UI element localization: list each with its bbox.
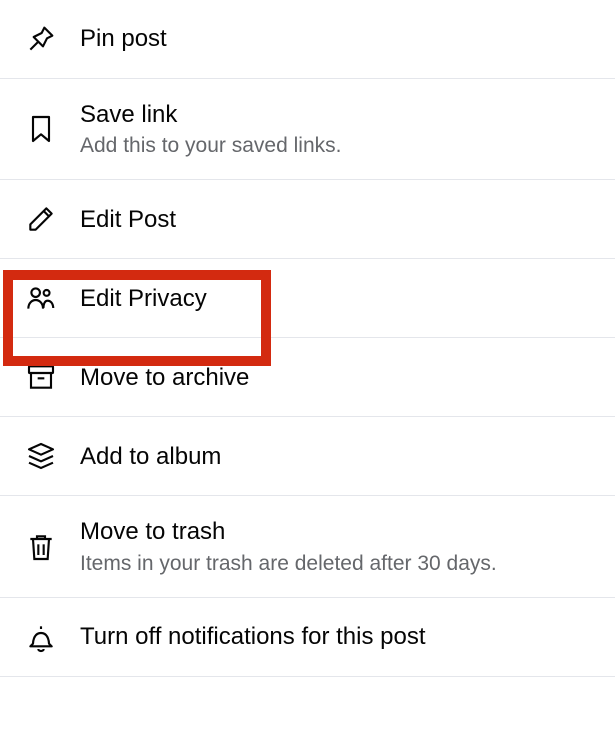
menu-item-save-link[interactable]: Save link Add this to your saved links.	[0, 79, 615, 180]
menu-item-move-to-trash[interactable]: Move to trash Items in your trash are de…	[0, 496, 615, 597]
menu-item-move-to-archive[interactable]: Move to archive	[0, 338, 615, 417]
menu-item-edit-privacy[interactable]: Edit Privacy	[0, 259, 615, 338]
trash-icon	[22, 528, 60, 566]
menu-item-title: Edit Privacy	[80, 283, 207, 314]
menu-item-title: Edit Post	[80, 204, 176, 235]
menu-item-add-to-album[interactable]: Add to album	[0, 417, 615, 496]
album-icon	[22, 437, 60, 475]
menu-item-subtitle: Add this to your saved links.	[80, 132, 341, 159]
menu-item-title: Add to album	[80, 441, 221, 472]
menu-item-turn-off-notifications[interactable]: Turn off notifications for this post	[0, 598, 615, 677]
menu-item-subtitle: Items in your trash are deleted after 30…	[80, 550, 497, 577]
menu-item-title: Move to archive	[80, 362, 249, 393]
menu-item-title: Move to trash	[80, 516, 497, 547]
menu-item-edit-post[interactable]: Edit Post	[0, 180, 615, 259]
menu-item-title: Pin post	[80, 23, 167, 54]
pencil-icon	[22, 200, 60, 238]
menu-item-title: Save link	[80, 99, 341, 130]
bell-icon	[22, 618, 60, 656]
people-icon	[22, 279, 60, 317]
archive-icon	[22, 358, 60, 396]
bookmark-icon	[22, 110, 60, 148]
pin-icon	[22, 20, 60, 58]
post-actions-menu: Pin post Save link Add this to your save…	[0, 0, 615, 677]
menu-item-title: Turn off notifications for this post	[80, 621, 426, 652]
menu-item-pin-post[interactable]: Pin post	[0, 0, 615, 79]
